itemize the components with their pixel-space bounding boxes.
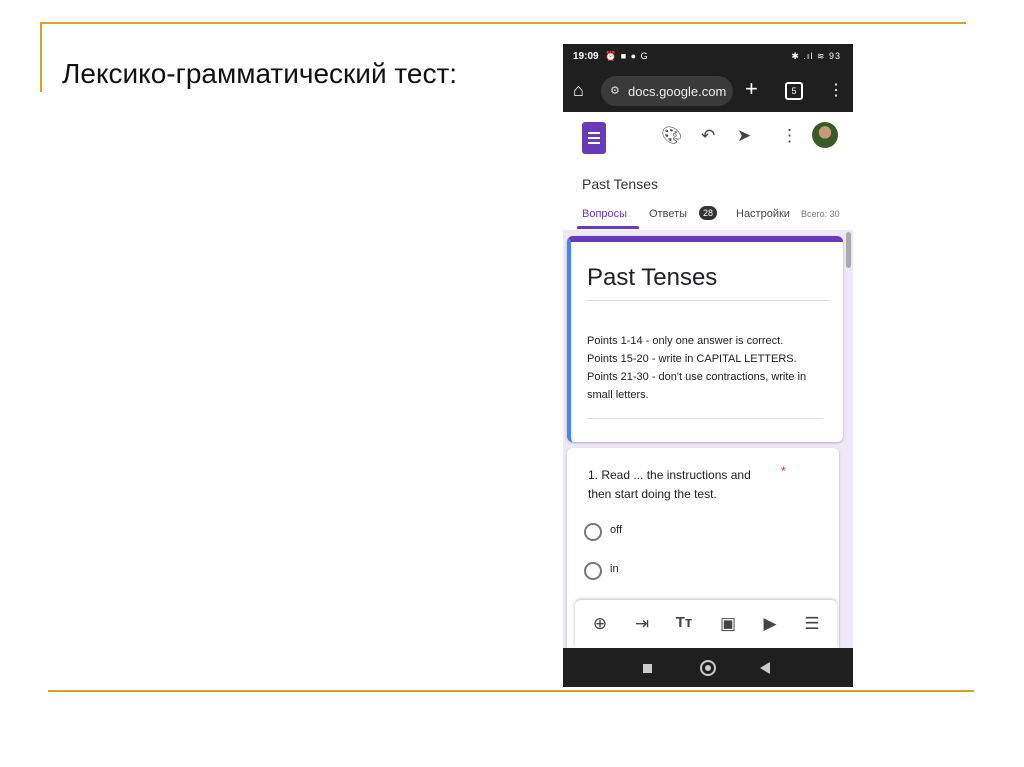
site-settings-icon[interactable]: ⚙ — [610, 84, 620, 97]
description-line: Points 1-14 - only one answer is correct… — [587, 335, 784, 347]
form-title-card[interactable]: Past Tenses Points 1-14 - only one answe… — [567, 236, 843, 442]
question-text[interactable]: 1. Read ... the instructions and then st… — [588, 466, 774, 504]
phone-screenshot: 19:09 ⏰ ■ ● G ✱ .ıl ≋ 93 ⌂ ⚙ docs.google… — [563, 44, 853, 687]
tab-questions[interactable]: Вопросы — [582, 208, 627, 220]
google-forms-logo-icon[interactable] — [582, 122, 606, 154]
tab-switcher-button[interactable]: 5 — [785, 82, 803, 100]
undo-icon[interactable]: ↶ — [701, 126, 715, 146]
add-question-icon[interactable]: ⊕ — [589, 614, 611, 634]
recents-icon[interactable] — [643, 664, 652, 673]
active-tab-indicator — [577, 226, 639, 229]
browser-toolbar: ⌂ ⚙ docs.google.com + 5 ⋮ — [563, 70, 853, 112]
slide-title: Лексико-грамматический тест: — [62, 58, 458, 89]
question-toolbar: ⊕ ⇥ Tт ▣ ▶ ☰ — [575, 600, 837, 648]
tab-answers[interactable]: Ответы — [649, 208, 687, 220]
back-icon[interactable] — [760, 662, 770, 674]
left-decor-rule — [40, 22, 42, 92]
status-time: 19:09 — [573, 51, 599, 62]
android-nav-bar — [563, 648, 853, 687]
scrollbar[interactable] — [846, 232, 851, 268]
url-text: docs.google.com — [628, 84, 727, 99]
description-line: Points 21-30 - don't use contractions, w… — [587, 371, 807, 401]
more-menu-icon[interactable]: ⋮ — [781, 126, 798, 146]
description-divider — [587, 418, 823, 419]
description-line: Points 15-20 - write in CAPITAL LETTERS. — [587, 353, 797, 365]
option-label: off — [610, 524, 623, 536]
send-icon[interactable]: ➤ — [737, 126, 751, 146]
add-image-icon[interactable]: ▣ — [717, 614, 739, 634]
total-points: Всего: 30 — [801, 209, 840, 219]
radio-icon[interactable] — [584, 562, 602, 580]
status-bar: 19:09 ⏰ ■ ● G ✱ .ıl ≋ 93 — [563, 44, 853, 70]
title-divider — [587, 300, 829, 301]
required-marker: * — [781, 464, 786, 478]
add-video-icon[interactable]: ▶ — [759, 614, 781, 634]
new-tab-icon[interactable]: + — [745, 76, 758, 102]
notification-icons: ⏰ ■ ● G — [605, 51, 649, 61]
system-status-icons: ✱ .ıl ≋ 93 — [791, 51, 841, 61]
home-icon[interactable]: ⌂ — [573, 80, 584, 101]
top-decor-rule — [40, 22, 966, 24]
tab-settings[interactable]: Настройки — [736, 208, 790, 220]
form-title[interactable]: Past Tenses — [587, 264, 717, 292]
palette-icon[interactable]: 🎨︎ — [661, 126, 683, 146]
form-name: Past Tenses — [582, 176, 659, 192]
bottom-decor-rule — [48, 690, 974, 692]
address-bar[interactable]: ⚙ docs.google.com — [601, 76, 733, 106]
add-section-icon[interactable]: ☰ — [801, 614, 823, 634]
avatar[interactable] — [812, 122, 838, 148]
option-radio[interactable]: in — [584, 561, 784, 581]
add-title-icon[interactable]: Tт — [673, 614, 695, 631]
form-description[interactable]: Points 1-14 - only one answer is correct… — [587, 332, 829, 404]
browser-menu-icon[interactable]: ⋮ — [828, 80, 844, 100]
home-button-icon[interactable] — [700, 660, 716, 676]
import-questions-icon[interactable]: ⇥ — [631, 614, 653, 634]
option-label: in — [610, 563, 619, 575]
answers-count-badge: 28 — [699, 206, 717, 220]
option-radio[interactable]: off — [584, 522, 784, 542]
radio-icon[interactable] — [584, 523, 602, 541]
